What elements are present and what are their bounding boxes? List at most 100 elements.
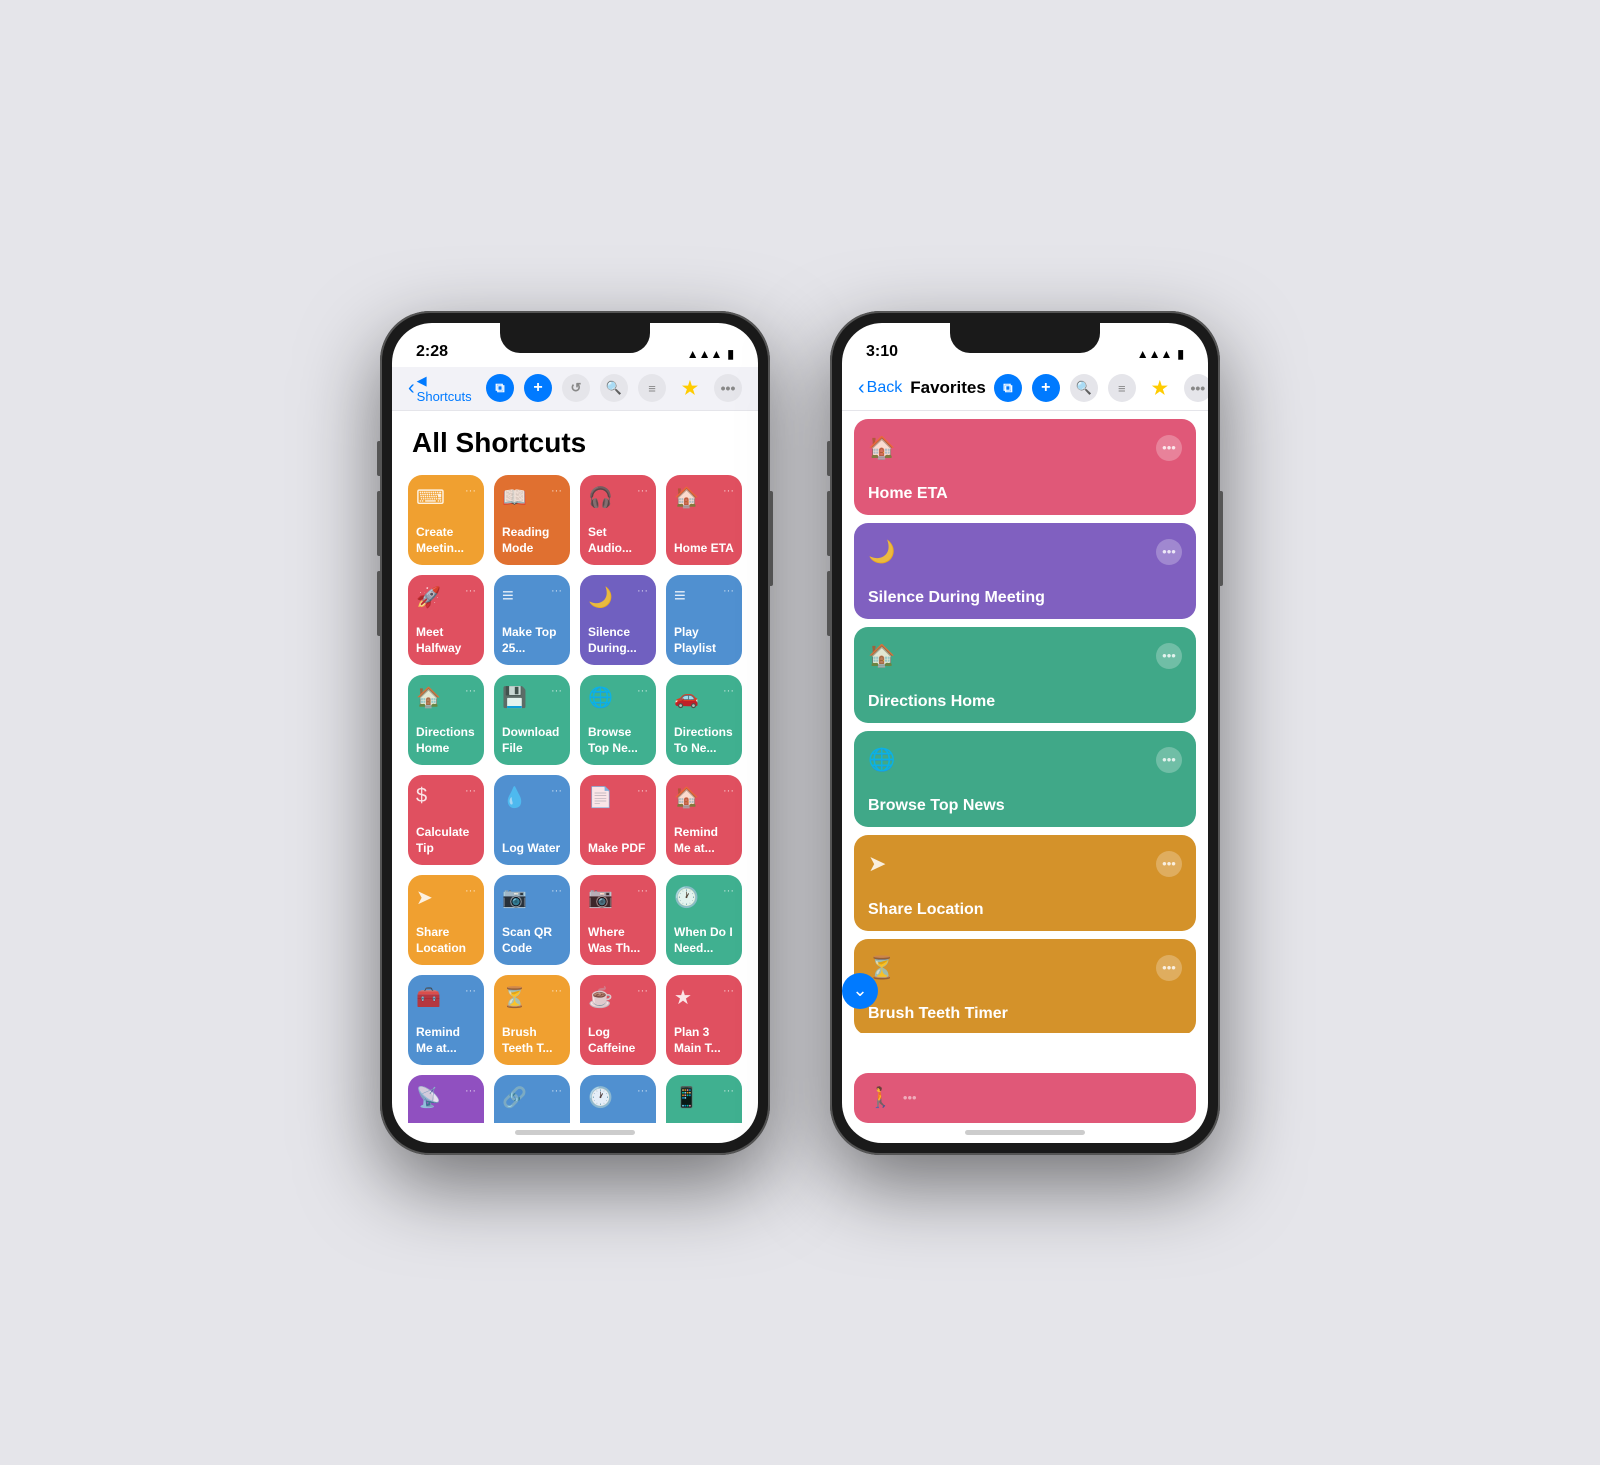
tile-more-button[interactable]: ··· (465, 985, 476, 997)
add-button-2[interactable]: + (1032, 374, 1060, 402)
filter-button-1[interactable]: ≡ (638, 374, 666, 402)
tile-more-button[interactable]: ··· (465, 785, 476, 797)
shortcut-tile[interactable]: ⏳ ··· Brush Teeth T... (494, 975, 570, 1065)
tile-more-button[interactable]: ··· (465, 885, 476, 897)
favorite-item[interactable]: 🌐 ••• Browse Top News (854, 731, 1196, 827)
tile-icon: ⏳ (502, 985, 527, 1010)
peek-item[interactable]: 🚶 ••• (854, 1073, 1196, 1123)
tile-more-button[interactable]: ··· (551, 585, 562, 597)
tile-more-button[interactable]: ··· (637, 685, 648, 697)
favorite-item[interactable]: 🌙 ••• Silence During Meeting (854, 523, 1196, 619)
back-label-1[interactable]: ◀ Shortcuts (417, 373, 478, 404)
shortcut-tile[interactable]: 📷 ··· Scan QR Code (494, 875, 570, 965)
shortcut-tile[interactable]: 🔗 ··· Browse Favorit... (494, 1075, 570, 1123)
tile-more-button[interactable]: ··· (723, 585, 734, 597)
tile-more-button[interactable]: ··· (723, 785, 734, 797)
fav-label: Silence During Meeting (868, 589, 1182, 607)
shortcut-tile[interactable]: 📄 ··· Make PDF (580, 775, 656, 865)
back-label-2[interactable]: Back (867, 379, 903, 397)
filter-button-2[interactable]: ≡ (1108, 374, 1136, 402)
tile-more-button[interactable]: ··· (465, 485, 476, 497)
tile-more-button[interactable]: ··· (637, 1085, 648, 1097)
status-icons-2: ▲▲▲ ▮ (1137, 347, 1184, 361)
shortcuts-content: All Shortcuts ⌨ ··· Create Meetin... 📖 ·… (392, 411, 758, 1123)
star-button-2[interactable]: ★ (1146, 374, 1174, 402)
tile-more-button[interactable]: ··· (637, 985, 648, 997)
more-button-2[interactable]: ••• (1184, 374, 1208, 402)
tile-more-button[interactable]: ··· (637, 885, 648, 897)
shortcut-tile[interactable]: 🏠 ··· Remind Me at... (666, 775, 742, 865)
tile-more-button[interactable]: ··· (551, 885, 562, 897)
shortcut-tile[interactable]: 🚀 ··· Meet Halfway (408, 575, 484, 665)
back-button-1[interactable]: ‹ ◀ Shortcuts (408, 373, 478, 404)
tile-more-button[interactable]: ··· (723, 885, 734, 897)
shortcut-tile[interactable]: ≡ ··· Make Top 25... (494, 575, 570, 665)
shortcut-tile[interactable]: 📷 ··· Where Was Th... (580, 875, 656, 965)
shortcut-tile[interactable]: 📖 ··· Reading Mode (494, 475, 570, 565)
tile-label: Create Meetin... (416, 525, 476, 556)
tile-more-button[interactable]: ··· (551, 985, 562, 997)
shortcut-tile[interactable]: 📱 ··· Open App on... (666, 1075, 742, 1123)
shortcut-tile[interactable]: 📡 ··· Top Stories... (408, 1075, 484, 1123)
tile-icon: ≡ (502, 585, 514, 608)
shortcut-tile[interactable]: ≡ ··· Play Playlist (666, 575, 742, 665)
scroll-down-button[interactable]: ⌄ (842, 973, 878, 1009)
shortcut-tile[interactable]: 🌐 ··· Browse Top Ne... (580, 675, 656, 765)
shortcut-tile[interactable]: ★ ··· Plan 3 Main T... (666, 975, 742, 1065)
tile-more-button[interactable]: ··· (465, 1085, 476, 1097)
shortcut-tile[interactable]: $ ··· Calculate Tip (408, 775, 484, 865)
fav-more-button[interactable]: ••• (1156, 435, 1182, 461)
tile-label: Make Top 25... (502, 625, 562, 656)
tile-more-button[interactable]: ··· (637, 785, 648, 797)
tile-more-button[interactable]: ··· (465, 685, 476, 697)
shortcut-tile[interactable]: 🏠 ··· Home ETA (666, 475, 742, 565)
nav-title-2: Favorites (910, 378, 986, 398)
shortcut-tile[interactable]: 🏠 ··· Directions Home (408, 675, 484, 765)
shortcut-tile[interactable]: 🎧 ··· Set Audio... (580, 475, 656, 565)
shortcut-tile[interactable]: 🌙 ··· Silence During... (580, 575, 656, 665)
tile-label: Make PDF (588, 841, 645, 857)
favorite-item[interactable]: ⏳ ••• Brush Teeth Timer (854, 939, 1196, 1033)
more-button-1[interactable]: ••• (714, 374, 742, 402)
star-button-1[interactable]: ★ (676, 374, 704, 402)
shortcut-tile[interactable]: 💧 ··· Log Water (494, 775, 570, 865)
shortcut-tile[interactable]: 💾 ··· Download File (494, 675, 570, 765)
back-button-2[interactable]: ‹ Back (858, 377, 902, 400)
fav-more-button[interactable]: ••• (1156, 539, 1182, 565)
fav-more-button[interactable]: ••• (1156, 851, 1182, 877)
tile-more-button[interactable]: ··· (465, 585, 476, 597)
tile-more-button[interactable]: ··· (723, 485, 734, 497)
tile-more-button[interactable]: ··· (551, 785, 562, 797)
tile-label: Download File (502, 725, 562, 756)
fav-more-button[interactable]: ••• (1156, 955, 1182, 981)
layers-button-2[interactable]: ⧉ (994, 374, 1022, 402)
tile-more-button[interactable]: ··· (723, 685, 734, 697)
tile-more-button[interactable]: ··· (551, 485, 562, 497)
shortcut-tile[interactable]: ⌨ ··· Create Meetin... (408, 475, 484, 565)
search-button-1[interactable]: 🔍 (600, 374, 628, 402)
tile-more-button[interactable]: ··· (723, 1085, 734, 1097)
favorite-item[interactable]: 🏠 ••• Home ETA (854, 419, 1196, 515)
tile-label: Calculate Tip (416, 825, 476, 856)
tile-more-button[interactable]: ··· (723, 985, 734, 997)
favorite-item[interactable]: ➤ ••• Share Location (854, 835, 1196, 931)
shortcut-tile[interactable]: 🕐 ··· Tea Timer (580, 1075, 656, 1123)
fav-more-button[interactable]: ••• (1156, 747, 1182, 773)
shortcut-tile[interactable]: ☕ ··· Log Caffeine (580, 975, 656, 1065)
layers-button[interactable]: ⧉ (486, 374, 514, 402)
back-chevron-icon-2: ‹ (858, 377, 865, 400)
tile-more-button[interactable]: ··· (551, 1085, 562, 1097)
shortcut-tile[interactable]: 🕐 ··· When Do I Need... (666, 875, 742, 965)
favorite-item[interactable]: 🏠 ••• Directions Home (854, 627, 1196, 723)
shortcut-tile[interactable]: ➤ ··· Share Location (408, 875, 484, 965)
search-button-2[interactable]: 🔍 (1070, 374, 1098, 402)
tile-more-button[interactable]: ··· (637, 485, 648, 497)
shortcut-tile[interactable]: 🚗 ··· Directions To Ne... (666, 675, 742, 765)
refresh-button[interactable]: ↺ (562, 374, 590, 402)
add-button-1[interactable]: + (524, 374, 552, 402)
favorites-list: 🏠 ••• Home ETA 🌙 ••• Silence During Meet… (842, 411, 1208, 1033)
shortcut-tile[interactable]: 🧰 ··· Remind Me at... (408, 975, 484, 1065)
tile-more-button[interactable]: ··· (637, 585, 648, 597)
fav-more-button[interactable]: ••• (1156, 643, 1182, 669)
tile-more-button[interactable]: ··· (551, 685, 562, 697)
